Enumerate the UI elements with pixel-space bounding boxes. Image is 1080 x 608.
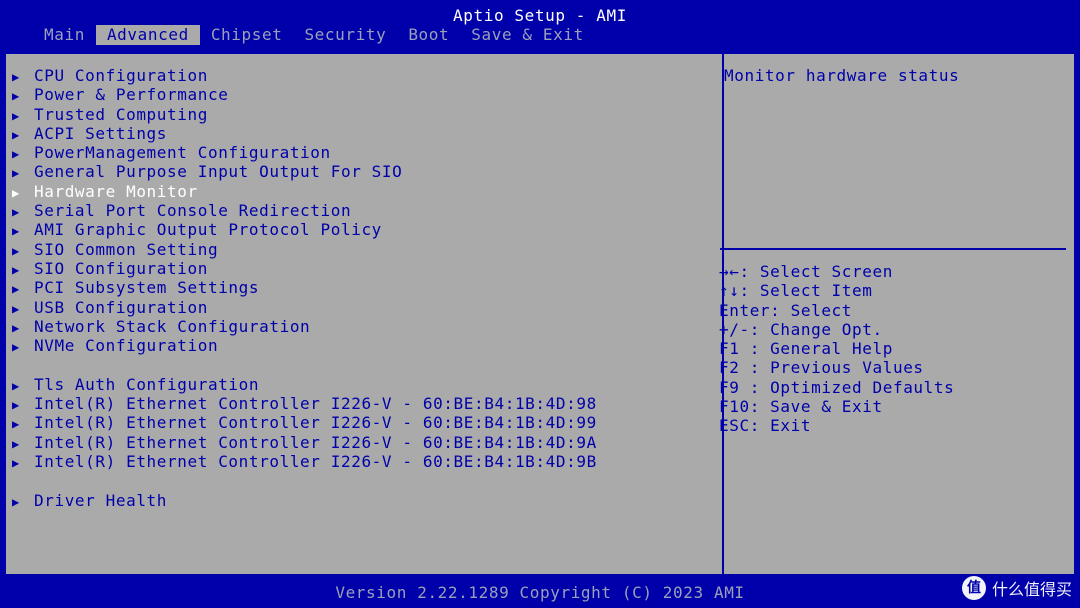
menu-item[interactable]: ▶ Network Stack Configuration [12, 317, 712, 336]
menu-item-label: Hardware Monitor [34, 181, 198, 201]
menu-item-label: Intel(R) Ethernet Controller I226-V - 60… [34, 432, 597, 452]
triangle-right-icon: ▶ [12, 166, 20, 181]
key-hint: F9 : Optimized Defaults [719, 377, 955, 397]
key-legend: →←: Select Screen ↑↓: Select Item Enter: S… [719, 262, 1065, 436]
tab-chipset[interactable]: Chipset [200, 25, 294, 45]
menu-item[interactable]: ▶ Intel(R) Ethernet Controller I226-V - 6… [12, 413, 712, 432]
menu-item-label: SIO Common Setting [34, 239, 219, 259]
key-hint: F2 : Previous Values [719, 358, 924, 378]
menu-item[interactable]: ▶ Intel(R) Ethernet Controller I226-V - 6… [12, 452, 712, 471]
watermark: 值 什么值得买 [961, 576, 1072, 600]
menu-item-label: Intel(R) Ethernet Controller I226-V - 60… [34, 451, 597, 471]
menu-item[interactable]: ▶ PCI Subsystem Settings [12, 278, 712, 297]
version-footer: Version 2.22.1289 Copyright (C) 2023 AMI [335, 583, 745, 602]
menu-item-label: NVMe Configuration [34, 336, 219, 356]
watermark-logo-icon: 值 [961, 576, 986, 600]
menu-item-label: PowerManagement Configuration [34, 143, 331, 163]
menu-item[interactable]: ▶ NVMe Configuration [12, 336, 712, 355]
key-hint: ESC: Exit [719, 416, 812, 436]
menu-item[interactable]: ▶ Power & Performance [12, 85, 712, 104]
menu-item[interactable]: ▶ PowerManagement Configuration [12, 143, 712, 162]
menu-item[interactable]: ▶ AMI Graphic Output Protocol Policy [12, 220, 712, 239]
menu-item-label: General Purpose Input Output For SIO [34, 162, 403, 182]
help-panel: Monitor hardware status [724, 66, 1070, 85]
menu-item-label: PCI Subsystem Settings [34, 278, 260, 298]
help-text: Monitor hardware status [724, 66, 960, 85]
menu-item[interactable]: ▶ Tls Auth Configuration [12, 375, 712, 394]
tab-security[interactable]: Security [293, 25, 397, 45]
menu-item-label: Power & Performance [34, 85, 229, 105]
menu-item-label: Trusted Computing [34, 104, 208, 124]
menu-spacer [12, 471, 712, 490]
menu-item[interactable]: ▶ Hardware Monitor [12, 182, 712, 201]
menu-item-label: Intel(R) Ethernet Controller I226-V - 60… [34, 394, 597, 414]
menu-item[interactable]: ▶ Intel(R) Ethernet Controller I226-V - 6… [12, 394, 712, 413]
help-divider [720, 248, 1066, 250]
triangle-right-icon: ▶ [12, 494, 20, 509]
menu-item[interactable]: ▶ USB Configuration [12, 298, 712, 317]
key-hint: +/-: Change Opt. [719, 319, 883, 339]
menu-item-label: Driver Health [34, 490, 168, 510]
menu-item[interactable]: ▶ Intel(R) Ethernet Controller I226-V - 6… [12, 433, 712, 452]
menu-item[interactable]: ▶ CPU Configuration [12, 66, 712, 85]
menu-item-label: SIO Configuration [34, 258, 208, 278]
menu-item[interactable]: ▶ Trusted Computing [12, 105, 712, 124]
key-hint: ↑↓: Select Item [719, 281, 873, 301]
tab-bar: Main Advanced Chipset Security Boot Save… [33, 25, 595, 45]
app-title: Aptio Setup - AMI [453, 6, 627, 25]
triangle-right-icon: ▶ [12, 89, 20, 104]
menu-item[interactable]: ▶ Driver Health [12, 491, 712, 510]
tab-main[interactable]: Main [33, 25, 96, 45]
triangle-right-icon: ▶ [12, 224, 20, 239]
triangle-right-icon: ▶ [12, 108, 20, 123]
menu-item[interactable]: ▶ SIO Configuration [12, 259, 712, 278]
menu-item[interactable]: ▶ SIO Common Setting [12, 240, 712, 259]
menu-item[interactable]: ▶ ACPI Settings [12, 124, 712, 143]
triangle-right-icon: ▶ [12, 340, 20, 355]
menu-item-label: Intel(R) Ethernet Controller I226-V - 60… [34, 413, 597, 433]
menu-item[interactable]: ▶ General Purpose Input Output For SIO [12, 162, 712, 181]
tab-boot[interactable]: Boot [397, 25, 460, 45]
menu-item-label: Tls Auth Configuration [34, 374, 260, 394]
tab-advanced[interactable]: Advanced [95, 25, 200, 45]
triangle-right-icon: ▶ [12, 301, 20, 316]
bios-screen: Aptio Setup - AMI Main Advanced Chipset … [0, 0, 1080, 608]
menu-spacer [12, 355, 712, 374]
menu-item-label: CPU Configuration [34, 66, 208, 85]
menu-item-label: Network Stack Configuration [34, 316, 311, 336]
triangle-right-icon: ▶ [12, 417, 20, 432]
key-hint: F10: Save & Exit [719, 397, 883, 417]
key-hint: Enter: Select [719, 300, 853, 320]
key-hint: F1 : General Help [719, 339, 893, 359]
menu-item-label: USB Configuration [34, 297, 208, 317]
triangle-right-icon: ▶ [12, 282, 20, 297]
advanced-menu: ▶ CPU Configuration ▶ Power & Performance ▶ T… [12, 66, 712, 510]
watermark-text: 什么值得买 [991, 580, 1072, 599]
tab-save-exit[interactable]: Save & Exit [460, 25, 595, 45]
menu-item-label: AMI Graphic Output Protocol Policy [34, 220, 382, 240]
triangle-right-icon: ▶ [12, 455, 20, 470]
key-hint: →←: Select Screen [719, 262, 893, 281]
menu-item[interactable]: ▶ Serial Port Console Redirection [12, 201, 712, 220]
menu-item-label: Serial Port Console Redirection [34, 201, 352, 221]
menu-item-label: ACPI Settings [34, 123, 168, 143]
